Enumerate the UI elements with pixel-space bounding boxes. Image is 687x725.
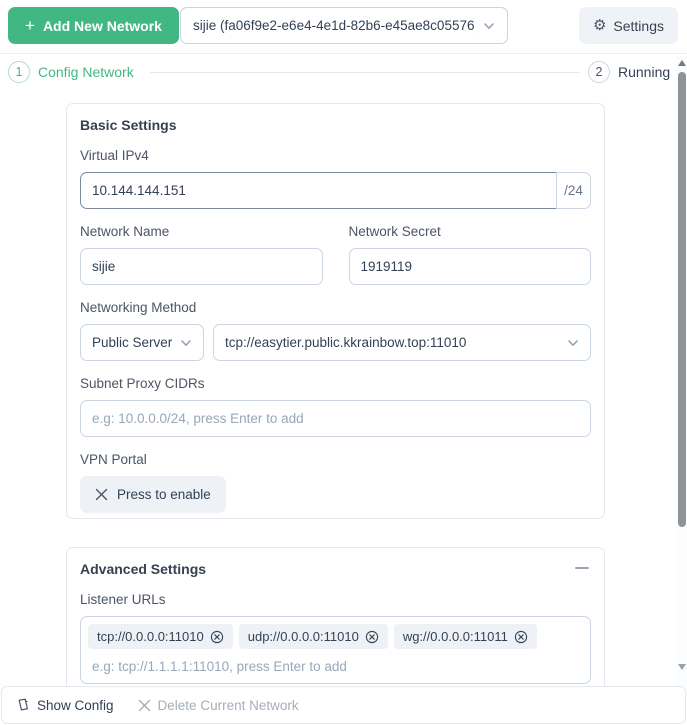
public-server-value: tcp://easytier.public.kkrainbow.top:1101…: [225, 335, 467, 350]
delete-current-network-button[interactable]: Delete Current Network: [138, 698, 299, 713]
listener-chip: wg://0.0.0.0:11011: [393, 624, 537, 649]
advanced-settings-title: Advanced Settings: [80, 561, 207, 577]
chevron-down-icon: [568, 339, 578, 346]
remove-chip-icon[interactable]: [210, 630, 224, 644]
collapse-icon[interactable]: [575, 566, 589, 570]
listener-chip-label: tcp://0.0.0.0:11010: [97, 629, 204, 644]
networking-method-value: Public Server: [92, 335, 172, 350]
remove-chip-icon[interactable]: [365, 630, 379, 644]
vpn-portal-button-label: Press to enable: [117, 487, 211, 502]
listener-chip: tcp://0.0.0.0:11010: [88, 624, 233, 649]
vertical-scrollbar[interactable]: [676, 56, 687, 686]
plus-icon: +: [25, 16, 35, 35]
settings-button[interactable]: ⚙ Settings: [578, 7, 678, 44]
subnet-proxy-label: Subnet Proxy CIDRs: [80, 376, 205, 391]
network-name-label: Network Name: [80, 224, 170, 239]
virtual-ipv4-suffix: /24: [556, 172, 591, 209]
networking-method-label: Networking Method: [80, 300, 197, 315]
listener-urls-label: Listener URLs: [80, 592, 166, 607]
chevron-down-icon: [181, 339, 191, 346]
basic-settings-card: Basic Settings Virtual IPv4 /24 Network …: [66, 103, 605, 519]
listener-chip-label: wg://0.0.0.0:11011: [402, 629, 508, 644]
vpn-portal-enable-button[interactable]: Press to enable: [80, 476, 226, 513]
vpn-portal-label: VPN Portal: [80, 452, 147, 467]
network-select-value: sijie (fa06f9e2-e6e4-4e1d-82b6-e45ae8c05…: [193, 18, 475, 33]
network-secret-input[interactable]: [348, 248, 591, 285]
add-new-network-label: Add New Network: [42, 17, 162, 34]
basic-settings-title: Basic Settings: [80, 117, 177, 133]
advanced-settings-card: Advanced Settings Listener URLs tcp://0.…: [66, 547, 605, 697]
add-new-network-button[interactable]: + Add New Network: [8, 7, 179, 44]
network-secret-label: Network Secret: [348, 224, 441, 239]
close-icon: [95, 488, 108, 501]
public-server-select[interactable]: tcp://easytier.public.kkrainbow.top:1101…: [213, 324, 591, 361]
network-select[interactable]: sijie (fa06f9e2-e6e4-4e1d-82b6-e45ae8c05…: [180, 7, 508, 44]
top-toolbar: + Add New Network sijie (fa06f9e2-e6e4-4…: [0, 0, 687, 54]
delete-network-label: Delete Current Network: [157, 697, 299, 713]
subnet-proxy-input[interactable]: [80, 400, 591, 437]
show-config-label: Show Config: [37, 697, 114, 713]
step-2-circle[interactable]: 2: [588, 61, 610, 83]
virtual-ipv4-input[interactable]: [80, 172, 556, 209]
steps-divider: [150, 72, 580, 73]
listener-urls-input-box[interactable]: tcp://0.0.0.0:11010 udp://0.0.0.0:11010: [80, 616, 591, 684]
scroll-down-arrow-icon[interactable]: [677, 664, 686, 670]
listener-urls-placeholder: e.g: tcp://1.1.1.1:11010, press Enter to…: [92, 659, 347, 674]
close-icon: [138, 699, 150, 711]
network-name-input[interactable]: [80, 248, 323, 285]
settings-label: Settings: [613, 17, 664, 34]
listener-chip: udp://0.0.0.0:11010: [238, 624, 388, 649]
gear-icon: ⚙: [592, 17, 607, 34]
step-1-label[interactable]: Config Network: [38, 64, 134, 80]
step-1-circle[interactable]: 1: [8, 61, 30, 83]
listener-chip-label: udp://0.0.0.0:11010: [247, 629, 359, 644]
show-config-button[interactable]: Show Config: [15, 698, 114, 713]
steps-indicator: 1 Config Network 2 Running: [0, 60, 676, 86]
virtual-ipv4-group: /24: [80, 172, 591, 209]
scrollbar-thumb[interactable]: [677, 72, 686, 527]
step-2-label[interactable]: Running: [618, 64, 670, 80]
networking-method-select[interactable]: Public Server: [80, 324, 204, 361]
scroll-up-arrow-icon[interactable]: [677, 60, 686, 66]
virtual-ipv4-label: Virtual IPv4: [80, 148, 149, 163]
chevron-down-icon: [484, 22, 494, 29]
remove-chip-icon[interactable]: [514, 630, 528, 644]
show-config-icon: [18, 698, 28, 710]
footer-toolbar: Show Config Delete Current Network: [1, 686, 686, 724]
